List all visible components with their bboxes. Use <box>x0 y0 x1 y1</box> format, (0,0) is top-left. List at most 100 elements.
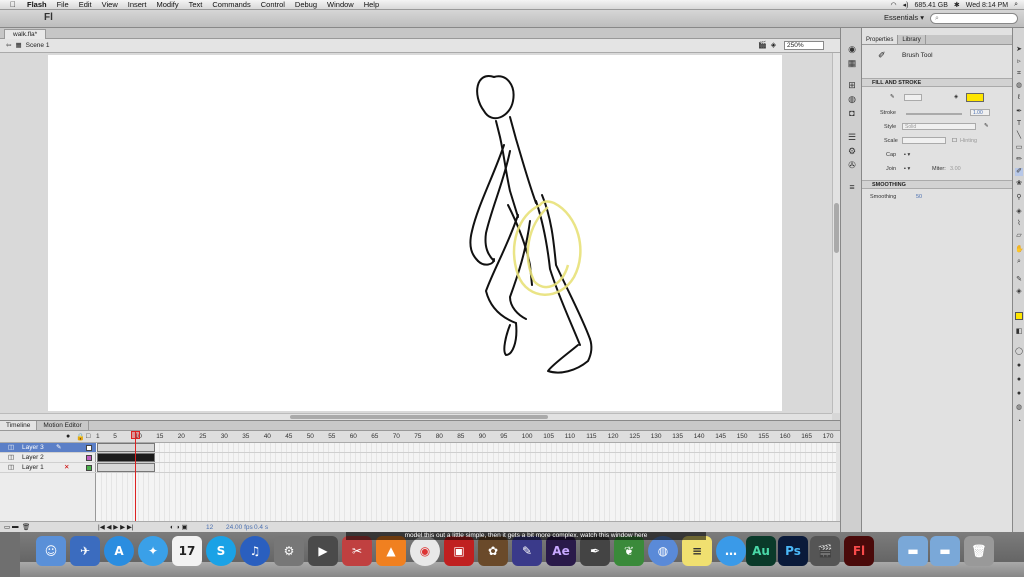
layer-name[interactable]: Layer 1 <box>22 464 44 471</box>
zoom-tool-icon[interactable]: ⌕ <box>1015 258 1023 266</box>
help-search-input[interactable]: ⌕ <box>930 13 1018 24</box>
frame-rate[interactable]: 24.00 fps <box>226 524 253 531</box>
menu-file[interactable]: File <box>52 0 74 9</box>
text-tool-icon[interactable]: T <box>1015 120 1023 128</box>
notes-icon[interactable]: ≡ <box>682 536 712 566</box>
app-store-icon[interactable]: A <box>104 536 134 566</box>
pencil-tool-icon[interactable]: ✏ <box>1015 156 1023 164</box>
stroke-color-icon[interactable]: ✎ <box>890 94 895 100</box>
menu-modify[interactable]: Modify <box>152 0 184 9</box>
ink-icon[interactable]: ✒ <box>580 536 610 566</box>
ical-icon[interactable]: 17 <box>172 536 202 566</box>
wifi-icon[interactable]: ◠ <box>890 1 896 9</box>
layer-row[interactable]: ◫ Layer 3 ✎ <box>0 443 96 453</box>
style-dropdown[interactable]: Solid <box>902 123 976 130</box>
paint-bucket-icon[interactable]: ◈ <box>1015 208 1023 216</box>
eyedropper-icon[interactable]: ⌇ <box>1015 220 1023 228</box>
onion-skin-icon[interactable]: ◐ ◑ ▣ <box>170 523 188 531</box>
menu-control[interactable]: Control <box>256 0 290 9</box>
vertical-scroll-thumb[interactable] <box>834 203 839 253</box>
menu-debug[interactable]: Debug <box>290 0 322 9</box>
skype-icon[interactable]: S <box>206 536 236 566</box>
frame-grid[interactable] <box>96 443 836 523</box>
stroke-color-swatch[interactable] <box>904 94 922 101</box>
outline-icon[interactable]: □ <box>86 433 90 440</box>
itunes-icon[interactable]: ♫ <box>240 536 270 566</box>
code-snippets-icon[interactable]: ☰ <box>846 132 858 142</box>
finder-icon[interactable]: ☺ <box>36 536 66 566</box>
join-dropdown-icon[interactable]: ▪ ▾ <box>904 166 910 172</box>
tab-timeline[interactable]: Timeline <box>0 421 38 430</box>
stage[interactable] <box>48 55 782 411</box>
workspace-switcher[interactable]: Essentials ▾ <box>884 13 924 22</box>
system-prefs-icon[interactable]: ⚙ <box>274 536 304 566</box>
flash-app-icon[interactable]: Fl <box>844 536 874 566</box>
bluetooth-icon[interactable]: ✱ <box>954 1 960 9</box>
eraser-icon[interactable]: ▱ <box>1015 232 1023 240</box>
keyframe-span[interactable] <box>97 453 155 462</box>
object-drawing-icon[interactable]: ◯ <box>1015 348 1023 356</box>
pressure-icon[interactable]: ◔ <box>1015 418 1023 426</box>
cap-dropdown-icon[interactable]: ▪ ▾ <box>904 152 910 158</box>
menu-window[interactable]: Window <box>322 0 359 9</box>
photo-app-icon[interactable]: ▣ <box>444 536 474 566</box>
layer-outline-color[interactable] <box>86 465 92 471</box>
photo-booth-icon[interactable]: ✂ <box>342 536 372 566</box>
info-icon[interactable]: ◍ <box>846 94 858 104</box>
edit-style-icon[interactable]: ✎ <box>984 123 989 129</box>
miter-value[interactable]: 3.00 <box>950 166 961 172</box>
swatches-icon[interactable]: ▦ <box>846 58 858 68</box>
line-tool-icon[interactable]: ╲ <box>1015 132 1023 140</box>
section-fill-stroke[interactable]: FILL AND STROKE <box>862 78 1012 87</box>
messages-icon[interactable]: … <box>716 536 746 566</box>
align-icon[interactable]: ⊞ <box>846 80 858 90</box>
keyframe-span[interactable] <box>97 463 155 472</box>
zoom-field[interactable]: 250% <box>784 41 824 50</box>
lock-fill-icon[interactable]: ◍ <box>1015 404 1023 412</box>
fill-swatch[interactable] <box>1015 312 1023 320</box>
layer-row[interactable]: ◫ Layer 1 ✕ <box>0 463 96 473</box>
hand-tool-icon[interactable]: ✋ <box>1015 246 1024 254</box>
edit-scene-icon[interactable]: 🎬 <box>758 41 767 49</box>
downloads-folder-icon[interactable]: ▬ <box>930 536 960 566</box>
menu-edit[interactable]: Edit <box>74 0 97 9</box>
menu-help[interactable]: Help <box>359 0 384 9</box>
iphoto-icon[interactable]: ✿ <box>478 536 508 566</box>
photoshop-icon[interactable]: Ps <box>778 536 808 566</box>
layer-name[interactable]: Layer 2 <box>22 454 44 461</box>
audition-icon[interactable]: Au <box>746 536 776 566</box>
menu-commands[interactable]: Commands <box>207 0 255 9</box>
menu-text[interactable]: Text <box>184 0 208 9</box>
vlc-icon[interactable]: ▲ <box>376 536 406 566</box>
layer-row[interactable]: ◫ Layer 2 <box>0 453 96 463</box>
pen-icon[interactable]: ✒ <box>1015 108 1023 116</box>
history-icon[interactable]: ≡ <box>846 182 858 192</box>
stroke-slider[interactable] <box>906 113 962 115</box>
brush-size-icon[interactable]: ● <box>1015 376 1023 384</box>
after-effects-icon[interactable]: Ae <box>546 536 576 566</box>
new-layer-icon[interactable]: ▭ <box>4 523 10 531</box>
lock-icon[interactable]: 🔒 <box>76 433 85 441</box>
hidden-x-icon[interactable]: ✕ <box>64 463 69 473</box>
lasso-icon[interactable]: ℓ <box>1015 94 1023 102</box>
black-white-icon[interactable]: ◧ <box>1015 328 1023 336</box>
vertical-scrollbar[interactable] <box>832 53 840 413</box>
current-frame[interactable]: 12 <box>206 524 213 531</box>
brush-tool-icon[interactable]: ✐ <box>1015 168 1023 176</box>
document-tab[interactable]: walk.fla* <box>4 29 47 39</box>
playback-controls-icon[interactable]: |◀ ◀ ▶ ▶ ▶| <box>98 523 134 531</box>
evernote-icon[interactable]: ❦ <box>614 536 644 566</box>
clock[interactable]: Wed 8:14 PM <box>966 2 1008 9</box>
edit-symbol-icon[interactable]: ◈ <box>771 41 776 49</box>
horizontal-scrollbar[interactable] <box>0 413 832 420</box>
safari-icon[interactable]: ✦ <box>138 536 168 566</box>
selection-tool-icon[interactable]: ➤ <box>1015 46 1023 54</box>
pdf-icon[interactable]: ✎ <box>512 536 542 566</box>
layer-name[interactable]: Layer 3 <box>22 444 44 451</box>
brush-mode-icon[interactable]: ● <box>1015 362 1023 370</box>
tab-motion-editor[interactable]: Motion Editor <box>37 421 89 430</box>
bone-tool-icon[interactable]: ⚲ <box>1015 194 1023 202</box>
world-icon[interactable]: ◍ <box>648 536 678 566</box>
trash-icon[interactable]: 🗑 <box>964 536 994 566</box>
facetime-icon[interactable]: ▶ <box>308 536 338 566</box>
